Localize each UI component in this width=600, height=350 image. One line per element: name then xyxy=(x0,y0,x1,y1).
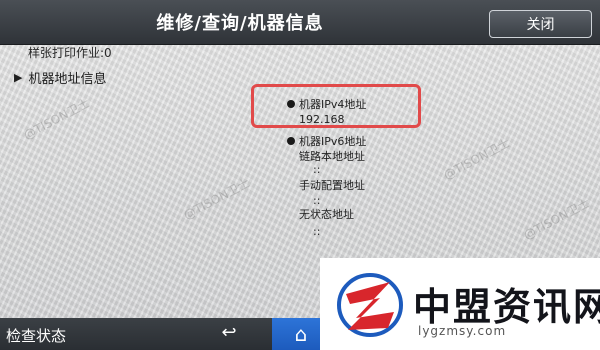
close-button[interactable]: 关闭 xyxy=(489,10,592,38)
machine-address-section[interactable]: ▶ 机器地址信息 xyxy=(14,68,106,87)
logo-name: 中盟资讯网 xyxy=(413,285,600,329)
stateless-address-label: 无状态地址 xyxy=(299,208,354,221)
link-local-label: 链路本地地址 xyxy=(299,150,365,163)
back-arrow-icon[interactable]: ↩ xyxy=(218,322,240,344)
ipv6-entry: 机器IPv6地址 链路本地地址 xyxy=(287,134,366,164)
link-local-value: :: xyxy=(313,163,321,176)
page-title: 维修/查询/机器信息 xyxy=(156,13,324,34)
printer-screen: @TISON卫士 @TISON卫士 @TISON卫士 @TISON卫士 维修/查… xyxy=(0,0,600,350)
check-status-button[interactable]: 检查状态 xyxy=(6,325,66,346)
manual-address-value: :: xyxy=(313,194,321,207)
highlight-box xyxy=(251,84,421,128)
expand-triangle-icon: ▶ xyxy=(14,71,23,84)
section-label: 机器地址信息 xyxy=(28,72,107,87)
bullet-icon xyxy=(287,137,295,145)
home-icon: ⌂ xyxy=(294,322,308,346)
title-bar: 维修/查询/机器信息 关闭 xyxy=(0,0,600,44)
ipv6-label: 机器IPv6地址 xyxy=(299,135,367,148)
logo-mark-icon xyxy=(337,273,403,337)
manual-address-label: 手动配置地址 xyxy=(299,179,365,192)
stateless-address-value: :: xyxy=(313,225,321,238)
logo-overlay: 中盟资讯网 lygzmsy.com xyxy=(320,258,600,350)
print-jobs-line: 样张打印作业:0 xyxy=(28,46,112,60)
logo-url: lygzmsy.com xyxy=(418,324,507,338)
